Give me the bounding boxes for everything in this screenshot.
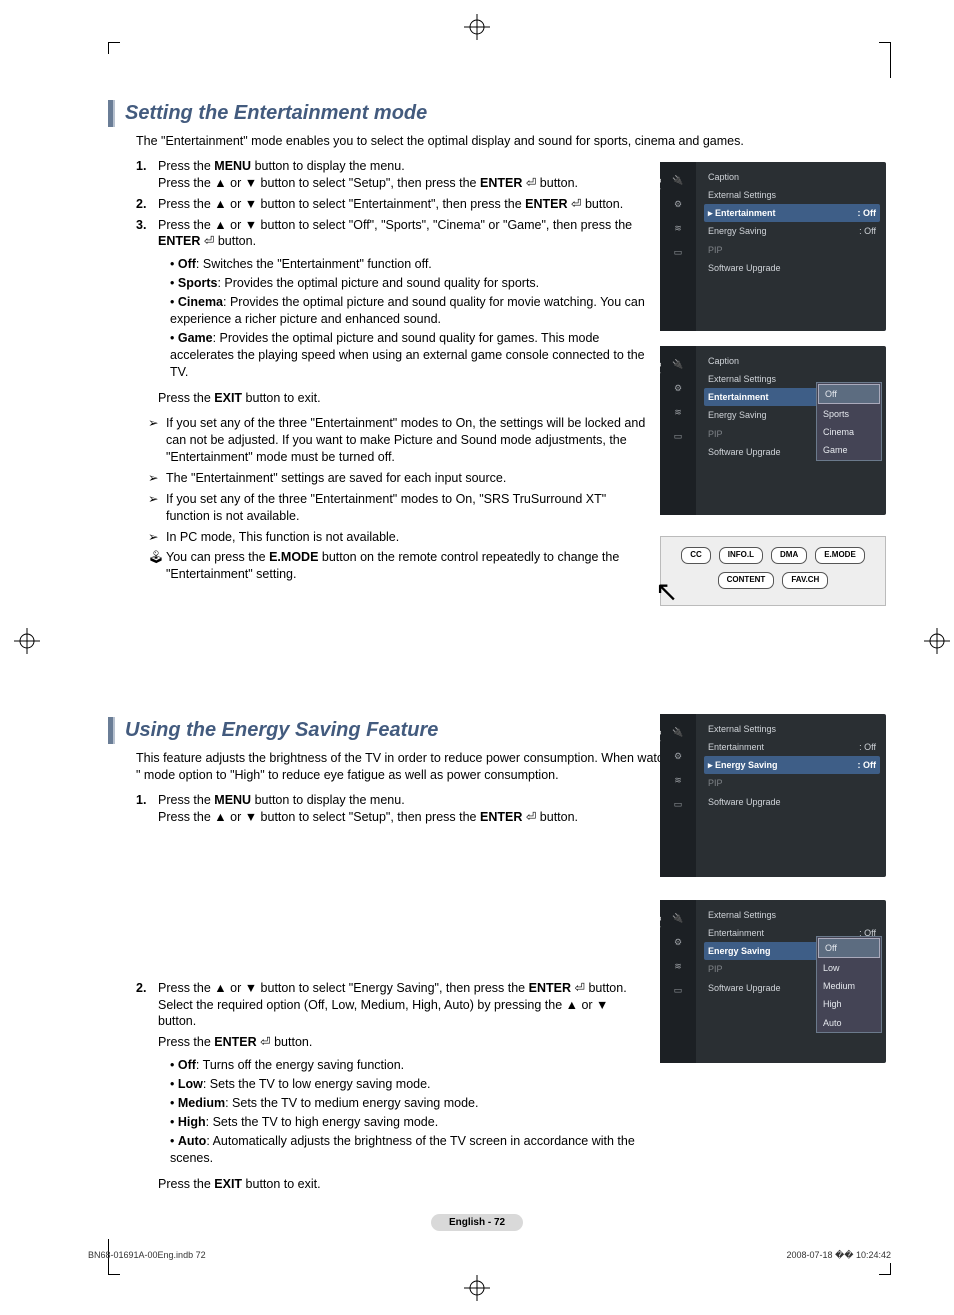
bullet: Off: Switches the "Entertainment" functi… (170, 256, 646, 273)
option[interactable]: Cinema (817, 423, 881, 441)
bullet: High: Sets the TV to high energy saving … (170, 1114, 646, 1131)
option[interactable]: Medium (817, 977, 881, 995)
section-title: Setting the Entertainment mode (108, 100, 886, 127)
menu-row[interactable]: Software Upgrade (704, 259, 880, 277)
bullet: Medium: Sets the TV to medium energy sav… (170, 1095, 646, 1112)
note: ➢If you set any of the three "Entertainm… (148, 491, 646, 525)
note: ➢The "Entertainment" settings are saved … (148, 470, 646, 487)
plug-icon: 🔌 (668, 908, 688, 928)
remote-button[interactable]: DMA (771, 547, 807, 564)
dropdown-entertainment[interactable]: Off Sports Cinema Game (816, 382, 882, 461)
osd-setup-entertainment: Setup 🔌 ⚙ ≋ ▭ Caption External Settings … (660, 162, 886, 331)
enter-icon: ⏎ (526, 176, 536, 190)
menu-row[interactable]: Entertainment: Off (704, 738, 880, 756)
bullet: Game: Provides the optimal picture and s… (170, 330, 646, 381)
menu-row[interactable]: External Settings (704, 906, 880, 924)
gear-icon: ⚙ (668, 932, 688, 952)
remote-button[interactable]: E.MODE (815, 547, 865, 564)
pointer-arrow-icon: ↖ (655, 573, 678, 611)
menu-row[interactable]: Caption (704, 168, 880, 186)
enter-icon: ⏎ (204, 234, 214, 248)
bullet: Low: Sets the TV to low energy saving mo… (170, 1076, 646, 1093)
gear-icon: ⚙ (668, 194, 688, 214)
remote-button[interactable]: CC (681, 547, 711, 564)
option[interactable]: Sports (817, 405, 881, 423)
enter-icon: ⏎ (574, 981, 584, 995)
pip-icon: ▭ (668, 426, 688, 446)
enter-icon: ⏎ (260, 1035, 270, 1049)
note: ➢In PC mode, This function is not availa… (148, 529, 646, 546)
gear-icon: ⚙ (668, 378, 688, 398)
option[interactable]: Off (818, 384, 880, 404)
heading-energy-saving: Using the Energy Saving Feature (125, 717, 438, 744)
remote-button[interactable]: FAV.CH (782, 572, 828, 589)
registration-mark (464, 14, 490, 40)
option[interactable]: Off (818, 938, 880, 958)
footer-timestamp: 2008-07-18 �� 10:24:42 (786, 1249, 891, 1261)
footer-file: BN68-01691A-00Eng.indb 72 (88, 1249, 206, 1261)
pip-icon: ▭ (668, 242, 688, 262)
enter-icon: ⏎ (571, 197, 581, 211)
menu-row[interactable]: Caption (704, 352, 880, 370)
bullet: Off: Turns off the energy saving functio… (170, 1057, 646, 1074)
note: 🕹You can press the E.MODE button on the … (148, 549, 646, 583)
option[interactable]: Game (817, 441, 881, 459)
bullet: Cinema: Provides the optimal picture and… (170, 294, 646, 328)
option[interactable]: Low (817, 959, 881, 977)
registration-mark (14, 628, 40, 654)
registration-mark (464, 1275, 490, 1301)
bullet: Sports: Provides the optimal picture and… (170, 275, 646, 292)
plug-icon: 🔌 (668, 354, 688, 374)
menu-row[interactable]: PIP (704, 241, 880, 259)
osd-energy-options: Setup 🔌 ⚙ ≋ ▭ External Settings Entertai… (660, 900, 886, 1063)
gear-icon: ⚙ (668, 746, 688, 766)
osd-entertainment-options: Setup 🔌 ⚙ ≋ ▭ Caption External Settings … (660, 346, 886, 515)
page-number: English - 72 (0, 1213, 954, 1232)
option[interactable]: Auto (817, 1014, 881, 1032)
remote-icon: 🕹 (148, 549, 166, 583)
heading-entertainment: Setting the Entertainment mode (125, 100, 427, 127)
plug-icon: 🔌 (668, 722, 688, 742)
enter-icon: ⏎ (526, 810, 536, 824)
option[interactable]: High (817, 995, 881, 1013)
menu-row-selected[interactable]: ▸ Energy Saving: Off (704, 756, 880, 774)
eco-icon: ≋ (668, 770, 688, 790)
osd-setup-energy: Setup 🔌 ⚙ ≋ ▭ External Settings Entertai… (660, 714, 886, 877)
menu-row-selected[interactable]: ▸ Entertainment: Off (704, 204, 880, 222)
remote-control: CC INFO.L DMA E.MODE CONTENT FAV.CH ↖ (660, 536, 886, 606)
eco-icon: ≋ (668, 218, 688, 238)
intro-text: The "Entertainment" mode enables you to … (136, 133, 886, 150)
bullet: Auto: Automatically adjusts the brightne… (170, 1133, 646, 1167)
eco-icon: ≋ (668, 402, 688, 422)
note: ➢If you set any of the three "Entertainm… (148, 415, 646, 466)
menu-row[interactable]: External Settings (704, 186, 880, 204)
dropdown-energy[interactable]: Off Low Medium High Auto (816, 936, 882, 1033)
eco-icon: ≋ (668, 956, 688, 976)
menu-row[interactable]: Software Upgrade (704, 793, 880, 811)
pip-icon: ▭ (668, 980, 688, 1000)
registration-mark (924, 628, 950, 654)
plug-icon: 🔌 (668, 170, 688, 190)
menu-row[interactable]: Energy Saving: Off (704, 222, 880, 240)
remote-button[interactable]: CONTENT (718, 572, 775, 589)
menu-row[interactable]: PIP (704, 774, 880, 792)
remote-button[interactable]: INFO.L (719, 547, 763, 564)
pip-icon: ▭ (668, 794, 688, 814)
menu-row[interactable]: External Settings (704, 720, 880, 738)
